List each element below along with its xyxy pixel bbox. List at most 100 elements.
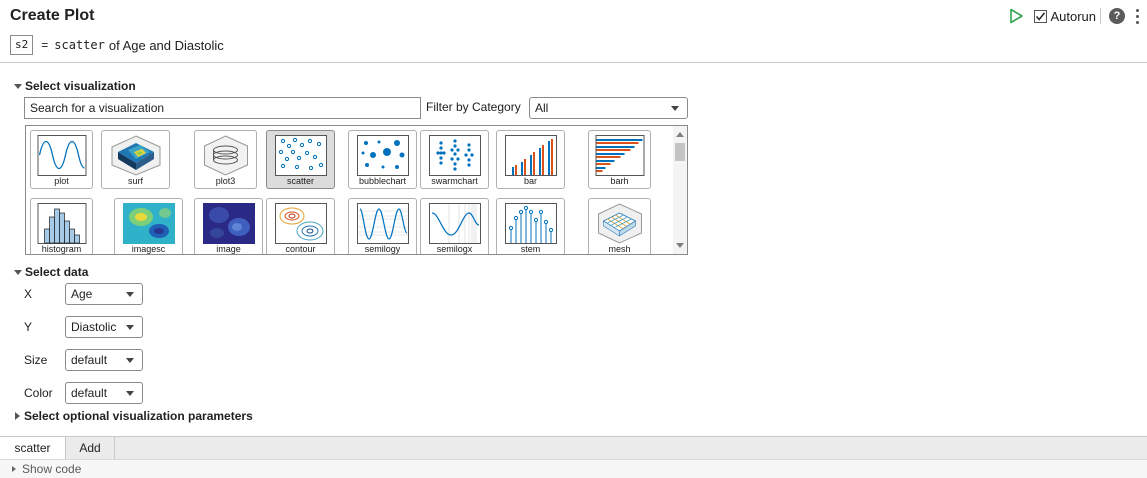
select-data-header[interactable]: Select data (14, 264, 88, 280)
gallery-item-swarmchart[interactable]: swarmchart (420, 130, 489, 189)
header-toolbar: Autorun ? (1008, 6, 1139, 26)
autorun-checkbox[interactable] (1034, 9, 1048, 23)
chevron-down-icon (126, 358, 134, 363)
chevron-down-icon (126, 391, 134, 396)
barh-icon (595, 135, 644, 176)
gallery-scrollbar[interactable] (673, 126, 687, 254)
gallery-item-plot3[interactable]: plot3 (194, 130, 257, 189)
chevron-down-icon (671, 106, 679, 111)
visualization-gallery[interactable]: plot surf plot3 scatter bubblechart swar… (25, 125, 688, 255)
semilogx-icon (428, 203, 481, 244)
chevron-down-icon (126, 325, 134, 330)
summary-text: of Age and Diastolic (108, 37, 224, 53)
swarmchart-icon (428, 135, 481, 176)
collapse-triangle-icon (14, 269, 22, 275)
gallery-item-scatter[interactable]: scatter (266, 130, 335, 189)
y-dropdown[interactable]: Diastolic (65, 316, 143, 338)
section-title: Select optional visualization parameters (24, 409, 253, 423)
gallery-item-stem[interactable]: stem (496, 198, 565, 254)
gallery-item-bubblechart[interactable]: bubblechart (348, 130, 417, 189)
gallery-item-mesh[interactable]: mesh (588, 198, 651, 254)
x-label: X (24, 287, 33, 301)
scatter-icon (274, 135, 327, 176)
semilogy-icon (356, 203, 409, 244)
gallery-label: semilogy (364, 244, 401, 254)
gallery-label: surf (127, 176, 143, 186)
equals-sign: = (41, 38, 49, 52)
expand-triangle-icon (12, 466, 16, 472)
gallery-label: stem (520, 244, 541, 254)
gallery-item-surf[interactable]: surf (101, 130, 170, 189)
gallery-item-barh[interactable]: barh (588, 130, 651, 189)
main-content: Select visualization Filter by Category … (0, 62, 1147, 436)
color-dropdown[interactable]: default (65, 382, 143, 404)
gallery-item-semilogx[interactable]: semilogx (420, 198, 489, 254)
header: Create Plot s2 = scatter of Age and Dias… (0, 0, 1147, 62)
dropdown-value: default (71, 386, 108, 400)
dropdown-value: Diastolic (71, 320, 117, 334)
dropdown-value: Age (71, 287, 93, 301)
section-title: Select data (25, 265, 89, 279)
show-code-toggle[interactable]: Show code (0, 459, 1147, 478)
section-title: Select visualization (25, 79, 136, 93)
contour-icon (274, 203, 327, 244)
help-icon[interactable]: ? (1109, 8, 1125, 24)
image-icon (202, 203, 255, 244)
stem-icon (504, 203, 557, 244)
more-options-icon[interactable] (1135, 8, 1139, 24)
tab-scatter[interactable]: scatter (0, 437, 66, 459)
bubblechart-icon (356, 135, 409, 176)
scrollbar-thumb[interactable] (675, 143, 685, 161)
gallery-label: barh (610, 176, 629, 186)
gallery-label: imagesc (131, 244, 166, 254)
dropdown-value: All (535, 101, 549, 115)
surf-icon (111, 135, 160, 176)
gallery-label: swarmchart (431, 176, 478, 186)
gallery-item-semilogy[interactable]: semilogy (348, 198, 417, 254)
filter-category-label: Filter by Category (426, 100, 521, 114)
gallery-item-plot[interactable]: plot (30, 130, 93, 189)
scroll-up-icon[interactable] (676, 132, 684, 137)
filter-category-dropdown[interactable]: All (529, 97, 688, 119)
output-variable-field[interactable]: s2 (10, 35, 34, 55)
gallery-item-histogram[interactable]: histogram (30, 198, 93, 254)
gallery-label: bubblechart (358, 176, 407, 186)
plot3-icon (203, 135, 248, 176)
bar-icon (504, 135, 557, 176)
autorun-label[interactable]: Autorun (1050, 9, 1096, 24)
gallery-label: mesh (608, 244, 631, 254)
color-label: Color (24, 386, 53, 400)
expand-triangle-icon (15, 412, 20, 420)
gallery-label: image (216, 244, 241, 254)
x-dropdown[interactable]: Age (65, 283, 143, 305)
gallery-item-image[interactable]: image (194, 198, 263, 254)
gallery-item-bar[interactable]: bar (496, 130, 565, 189)
show-code-label: Show code (22, 462, 82, 476)
gallery-label: plot3 (215, 176, 236, 186)
tab-add[interactable]: Add (66, 437, 115, 459)
select-visualization-header[interactable]: Select visualization (14, 78, 136, 94)
optional-params-header[interactable]: Select optional visualization parameters (14, 408, 253, 424)
checkmark-icon (1036, 11, 1046, 21)
plot-icon (37, 135, 86, 176)
run-icon[interactable] (1008, 8, 1024, 24)
gallery-item-imagesc[interactable]: imagesc (114, 198, 183, 254)
gallery-label: semilogx (436, 244, 473, 254)
toolbar-divider (1100, 8, 1101, 24)
search-input[interactable] (24, 97, 421, 119)
mesh-icon (597, 203, 642, 244)
function-name: scatter (54, 38, 105, 52)
histogram-icon (37, 203, 86, 244)
imagesc-icon (122, 203, 175, 244)
y-label: Y (24, 320, 33, 334)
scroll-down-icon[interactable] (676, 243, 684, 248)
tab-bar: scatter Add (0, 436, 1147, 459)
chevron-down-icon (126, 292, 134, 297)
gallery-label: bar (523, 176, 537, 186)
collapse-triangle-icon (14, 83, 22, 89)
gallery-label: scatter (286, 176, 314, 186)
gallery-item-contour[interactable]: contour (266, 198, 335, 254)
size-dropdown[interactable]: default (65, 349, 143, 371)
size-label: Size (24, 353, 48, 367)
code-summary: s2 = scatter of Age and Diastolic (10, 34, 224, 56)
